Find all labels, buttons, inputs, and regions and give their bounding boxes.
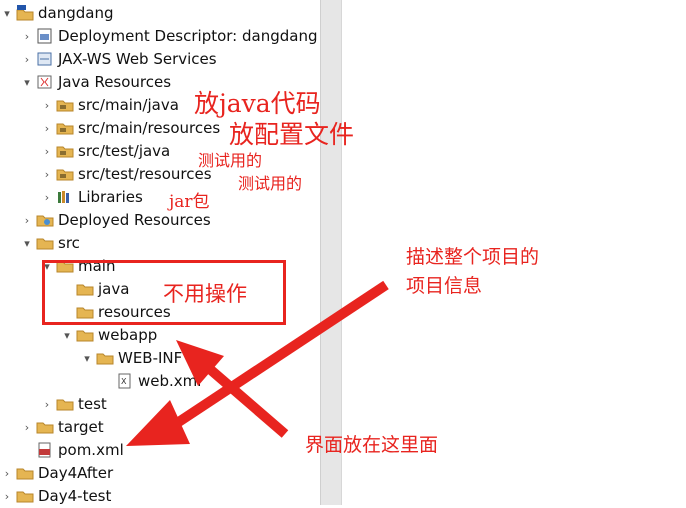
- tree-item-src-test-java[interactable]: › src/test/java: [40, 140, 170, 162]
- tree-item-src-main-resources[interactable]: › src/main/resources: [40, 117, 220, 139]
- tree-item-label: dangdang: [38, 4, 114, 22]
- chevron-down-icon[interactable]: ▾: [20, 232, 34, 254]
- maven-project-icon: [16, 5, 34, 21]
- tree-item-webapp[interactable]: ▾ webapp: [60, 324, 157, 346]
- library-icon: [56, 189, 74, 205]
- chevron-down-icon[interactable]: ▾: [20, 71, 34, 93]
- source-folder-icon: [56, 166, 74, 182]
- folder-icon: [56, 396, 74, 412]
- chevron-right-icon[interactable]: ›: [40, 163, 54, 185]
- java-resources-icon: [36, 74, 54, 90]
- chevron-down-icon[interactable]: ▾: [0, 2, 14, 24]
- tree-item-label: src: [58, 234, 80, 252]
- tree-item-label: Deployment Descriptor: dangdang: [58, 27, 318, 45]
- tree-item-label: JAX-WS Web Services: [58, 50, 217, 68]
- tree-item-src-main-java[interactable]: › src/main/java: [40, 94, 179, 116]
- tree-item-label: Day4-test: [38, 487, 112, 505]
- annotation-describe-1: 描述整个项目的: [406, 246, 540, 268]
- source-folder-icon: [56, 97, 74, 113]
- tree-item-label: Libraries: [78, 188, 143, 206]
- project-icon: [16, 488, 34, 504]
- tree-item-label: Java Resources: [58, 73, 172, 91]
- svg-text:X: X: [121, 377, 127, 386]
- tree-item-day4after[interactable]: › Day4After: [0, 462, 113, 484]
- chevron-right-icon[interactable]: ›: [0, 462, 14, 484]
- tree-item-dangdang[interactable]: ▾ dangdang: [0, 2, 113, 24]
- tree-item-test[interactable]: › test: [40, 393, 107, 415]
- tree-item-label: src/test/resources: [78, 165, 212, 183]
- tree-item-label: src/main/java: [78, 96, 179, 114]
- annotation-ui-here: 界面放在这里面: [305, 434, 439, 456]
- source-folder-icon: [56, 143, 74, 159]
- chevron-right-icon[interactable]: ›: [40, 393, 54, 415]
- folder-icon: [96, 350, 114, 366]
- annotation-describe-2: 项目信息: [406, 275, 483, 297]
- chevron-right-icon[interactable]: ›: [20, 209, 34, 231]
- chevron-down-icon[interactable]: ▾: [80, 347, 94, 369]
- tree-item-label: Day4After: [38, 464, 114, 482]
- chevron-right-icon[interactable]: ›: [20, 48, 34, 70]
- chevron-right-icon[interactable]: ›: [40, 117, 54, 139]
- tree-item-label: test: [78, 395, 107, 413]
- tree-item-day4-test[interactable]: › Day4-test: [0, 485, 112, 507]
- chevron-right-icon[interactable]: ›: [20, 416, 34, 438]
- source-folder-icon: [56, 120, 74, 136]
- tree-item-pom-xml[interactable]: pom.xml: [20, 439, 124, 461]
- tree-item-label: web.xml: [138, 372, 202, 390]
- webservice-icon: [36, 51, 54, 67]
- annotation-jar-pkg: jar包: [169, 192, 210, 212]
- tree-item-label: webapp: [98, 326, 158, 344]
- tree-item-web-inf[interactable]: ▾ WEB-INF: [80, 347, 182, 369]
- chevron-right-icon[interactable]: ›: [40, 94, 54, 116]
- annotation-test-use-2: 测试用的: [238, 174, 303, 193]
- annotation-config-files: 放配置文件: [229, 120, 355, 149]
- pom-file-icon: [36, 442, 54, 458]
- tree-item-deployed-resources[interactable]: › Deployed Resources: [20, 209, 211, 231]
- annotation-test-use-1: 测试用的: [198, 151, 263, 170]
- tree-item-src-test-resources[interactable]: › src/test/resources: [40, 163, 212, 185]
- tree-item-jax-ws-web-services[interactable]: › JAX-WS Web Services: [20, 48, 217, 70]
- chevron-down-icon[interactable]: ▾: [60, 324, 74, 346]
- tree-item-label: WEB-INF: [118, 349, 183, 367]
- chevron-right-icon[interactable]: ›: [0, 485, 14, 507]
- project-icon: [16, 465, 34, 481]
- tree-item-label: pom.xml: [58, 441, 124, 459]
- tree-item-target[interactable]: › target: [20, 416, 104, 438]
- tree-item-java-resources[interactable]: ▾ Java Resources: [20, 71, 171, 93]
- chevron-right-icon[interactable]: ›: [40, 140, 54, 162]
- tree-item-label: target: [58, 418, 104, 436]
- deployed-icon: [36, 212, 54, 228]
- tree-item-label: Deployed Resources: [58, 211, 211, 229]
- tree-item-label: src/test/java: [78, 142, 171, 160]
- highlight-box: [42, 260, 286, 325]
- folder-icon: [36, 419, 54, 435]
- folder-icon: [76, 327, 94, 343]
- chevron-right-icon[interactable]: ›: [40, 186, 54, 208]
- chevron-right-icon[interactable]: ›: [20, 25, 34, 47]
- folder-icon: [36, 235, 54, 251]
- tree-item-deployment-descriptor-dangdang[interactable]: › Deployment Descriptor: dangdang: [20, 25, 318, 47]
- descriptor-icon: [36, 28, 54, 44]
- project-explorer-tree: ▾ dangdang › Deployment Descriptor: dangdan…: [0, 0, 320, 505]
- tree-item-label: src/main/resources: [78, 119, 221, 137]
- tree-item-libraries[interactable]: › Libraries: [40, 186, 143, 208]
- tree-item-src[interactable]: ▾ src: [20, 232, 80, 254]
- tree-item-web-xml[interactable]: Xweb.xml: [100, 370, 201, 392]
- xml-file-icon: X: [116, 373, 134, 389]
